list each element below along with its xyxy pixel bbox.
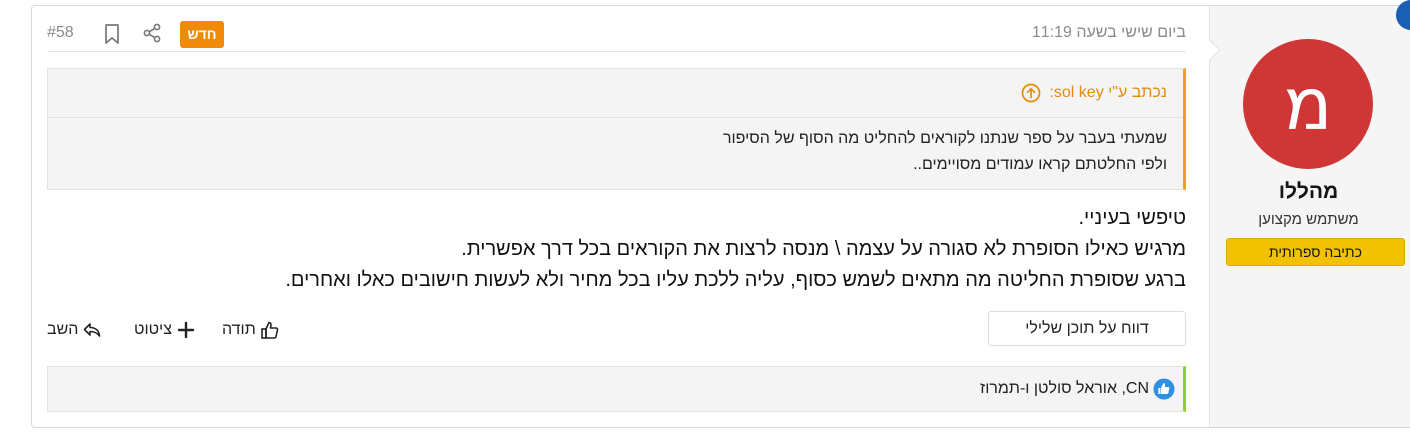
plus-icon	[177, 321, 195, 339]
reply-button[interactable]: השב	[47, 320, 102, 340]
username[interactable]: מהללו	[1210, 180, 1407, 204]
reply-label: השב	[47, 321, 79, 338]
post-number[interactable]: #58	[47, 24, 74, 42]
post-date[interactable]: ביום שישי בשעה 11:19	[1032, 24, 1186, 42]
bookmark-icon[interactable]	[102, 23, 122, 45]
reply-icon	[84, 323, 101, 337]
quote-author[interactable]: נכתב ע"י sol key:	[1049, 84, 1167, 102]
share-icon[interactable]	[142, 23, 162, 43]
message-line: ברגע שסופרת החליטה מה מתאים לשמש כסוף, ע…	[285, 269, 1186, 291]
post-main: ביום שישי בשעה 11:19 חדש #58 נכתב ע"י so…	[47, 6, 1186, 427]
thanks-label: תודה	[222, 321, 256, 338]
panel-arrow	[1197, 38, 1221, 62]
quote-attribution[interactable]: נכתב ע"י sol key:	[48, 69, 1183, 118]
user-title: משתמש מקצוען	[1258, 211, 1359, 228]
avatar[interactable]: מ	[1243, 39, 1373, 169]
quote-line: שמעתי בעבר על ספר שנתנו לקוראים להחליט מ…	[722, 130, 1167, 147]
arrow-up-circle-icon[interactable]	[1021, 83, 1041, 103]
report-button[interactable]: דווח על תוכן שלילי	[988, 311, 1186, 346]
thumbs-up-icon	[260, 321, 279, 339]
post-message: טיפשי בעיניי. מרגיש כאילו הסופרת לא סגור…	[47, 203, 1186, 296]
message-line: טיפשי בעיניי.	[1078, 207, 1186, 229]
like-reaction-icon	[1153, 378, 1175, 400]
post-container: ביום שישי בשעה 11:19 חדש #58 נכתב ע"י so…	[31, 5, 1410, 428]
quote-block: נכתב ע"י sol key: שמעתי בעבר על ספר שנתנ…	[47, 68, 1186, 190]
post-actions: דווח על תוכן שלילי תודה ציטוט השב	[47, 311, 1186, 347]
thanks-button[interactable]: תודה	[222, 320, 280, 340]
reactions-bar[interactable]: CN, אוראל סולטן ו-תמרוז	[47, 366, 1186, 412]
quote-label: ציטוט	[134, 321, 172, 338]
quote-line: ולפי החלטתם קראו עמודים מסויימים..	[913, 156, 1167, 173]
reactions-text[interactable]: CN, אוראל סולטן ו-תמרוז	[980, 380, 1149, 398]
user-banner: כתיבה ספרותית	[1226, 238, 1405, 266]
user-panel: מ מהללו משתמש מקצוען כתיבה ספרותית	[1197, 6, 1410, 427]
message-line: מרגיש כאילו הסופרת לא סגורה על עצמה \ מנ…	[461, 238, 1186, 260]
post-header: ביום שישי בשעה 11:19 חדש #58	[47, 6, 1186, 52]
new-badge: חדש	[180, 21, 224, 48]
quote-text: שמעתי בעבר על ספר שנתנו לקוראים להחליט מ…	[64, 126, 1167, 178]
quote-button[interactable]: ציטוט	[134, 320, 196, 340]
